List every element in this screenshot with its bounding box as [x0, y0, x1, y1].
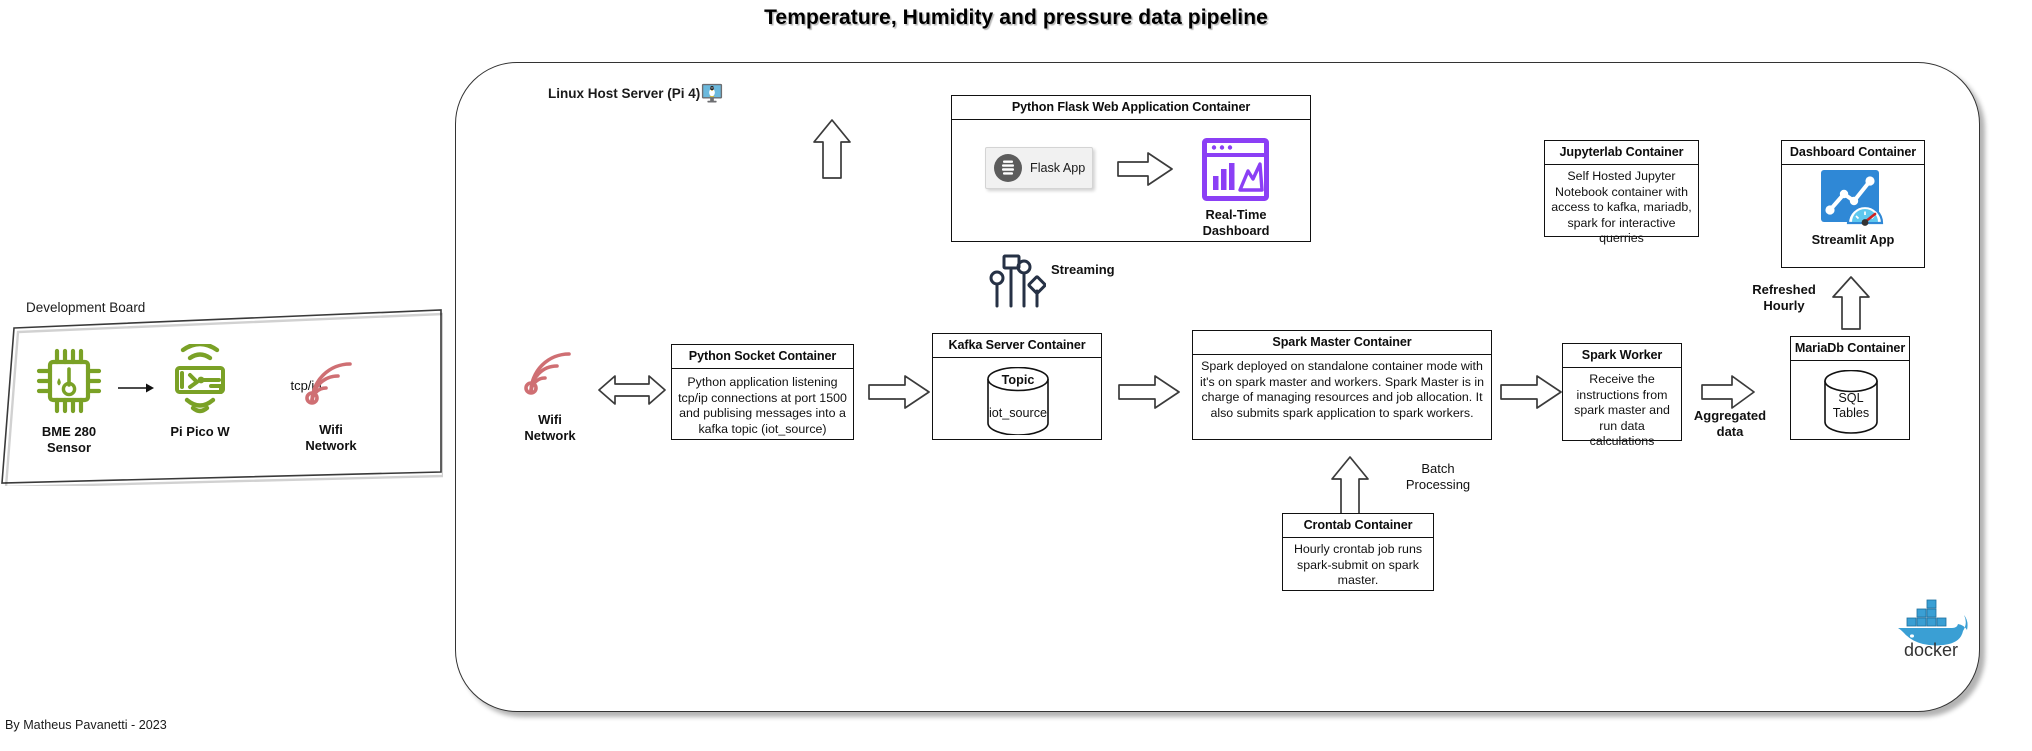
container-title: Jupyterlab Container — [1545, 141, 1698, 165]
container-title: Spark Worker — [1563, 344, 1681, 368]
wifi-network-label: Network — [524, 428, 576, 443]
development-board-panel: Development Board BME 280 Sensor Pi Pico… — [0, 286, 443, 486]
container-body: Spark deployed on standalone container m… — [1199, 359, 1484, 420]
container-title: Kafka Server Container — [933, 334, 1101, 358]
refreshed-hourly-label: Refreshed Hourly — [1752, 282, 1816, 313]
streaming-label: Streaming — [1051, 262, 1115, 277]
docker-wordmark: docker — [1904, 640, 1958, 660]
container-title: Dashboard Container — [1782, 141, 1924, 165]
mariadb-table-label: SQL — [1838, 391, 1864, 405]
development-board-label: Development Board — [26, 300, 146, 315]
host-server-label: Linux Host Server (Pi 4) — [548, 86, 701, 101]
mariadb-table-label: Tables — [1832, 406, 1870, 420]
arrow-sensor-to-pico — [118, 383, 154, 393]
dev-node-label: Pi Pico W — [170, 424, 230, 439]
flask-app-button[interactable]: Flask App — [985, 147, 1093, 189]
realtime-dashboard-icon — [1202, 138, 1269, 201]
container-body: Self Hosted Jupyter Notebook container w… — [1551, 169, 1692, 245]
arrow-kafka-to-spark-master — [1118, 375, 1180, 409]
streamlit-app-icon — [1821, 170, 1884, 226]
wifi-icon — [305, 362, 352, 405]
linux-monitor-icon — [701, 83, 723, 103]
flask-app-label: Flask App — [1030, 161, 1086, 175]
container-title: MariaDb Container — [1791, 337, 1909, 361]
dev-node-bme280: BME 280 Sensor — [14, 344, 124, 456]
dev-node-label: Sensor — [46, 440, 92, 455]
streamlit-app-caption: Streamlit App — [1811, 232, 1895, 247]
wifi-network-node: Wifi Network — [495, 340, 605, 444]
arrow-up-to-flask — [813, 119, 851, 179]
container-body: Receive the instructions from spark mast… — [1574, 372, 1670, 448]
temperature-sensor-chip-icon — [36, 348, 102, 414]
arrow-worker-to-mariadb — [1701, 375, 1755, 409]
container-crontab: Crontab Container Hourly crontab job run… — [1282, 513, 1434, 591]
container-title: Python Socket Container — [672, 345, 853, 369]
arrow-flask-to-dashboard — [1117, 152, 1173, 186]
arrow-crontab-to-spark-master — [1331, 456, 1369, 516]
kafka-topic-label: Topic — [1001, 373, 1035, 387]
flask-app-icon — [994, 154, 1022, 182]
dev-node-label: Network — [305, 438, 357, 453]
diagram-canvas: Temperature, Humidity and pressure data … — [0, 0, 2032, 751]
wifi-icon — [524, 352, 571, 395]
container-title: Crontab Container — [1283, 514, 1433, 538]
dev-node-wifi: Wifi Network — [276, 344, 386, 454]
wifi-network-label: Wifi — [538, 412, 562, 427]
footer-credit: By Matheus Pavanetti - 2023 — [5, 718, 167, 732]
page-title: Temperature, Humidity and pressure data … — [764, 6, 1268, 29]
container-jupyterlab: Jupyterlab Container Self Hosted Jupyter… — [1544, 140, 1699, 245]
streaming-icon — [989, 254, 1046, 308]
arrow-socket-to-kafka — [868, 375, 930, 409]
aggregated-data-label: Aggregated data — [1693, 408, 1767, 439]
mariadb-sql-cylinder: SQL Tables — [1822, 369, 1880, 434]
dev-node-label: BME 280 — [41, 424, 97, 439]
container-title: Spark Master Container — [1193, 331, 1491, 355]
container-spark-worker: Spark Worker Receive the instructions fr… — [1562, 343, 1682, 448]
container-title: Python Flask Web Application Container — [952, 96, 1310, 120]
dev-node-pi-pico-w: Pi Pico W — [145, 344, 255, 440]
pi-pico-w-board-icon — [175, 344, 225, 414]
batch-processing-label: Batch Processing — [1405, 461, 1471, 492]
docker-whale-icon: docker — [1898, 599, 1968, 660]
arrow-bidirectional-wifi-socket — [598, 375, 666, 405]
dev-node-label: Wifi — [319, 422, 343, 437]
container-spark-master: Spark Master Container Spark deployed on… — [1192, 330, 1492, 440]
kafka-topic-name: iot_source — [988, 406, 1048, 420]
container-body: Python application listening tcp/ip conn… — [678, 375, 847, 436]
realtime-dashboard-caption: Real-Time Dashboard — [1202, 207, 1270, 238]
arrow-spark-master-to-worker — [1500, 375, 1562, 409]
arrow-mariadb-to-dashboard — [1832, 276, 1870, 330]
container-python-socket: Python Socket Container Python applicati… — [671, 344, 854, 440]
kafka-topic-cylinder: Topic iot_source — [985, 366, 1051, 436]
container-body: Hourly crontab job runs spark-submit on … — [1293, 542, 1423, 587]
